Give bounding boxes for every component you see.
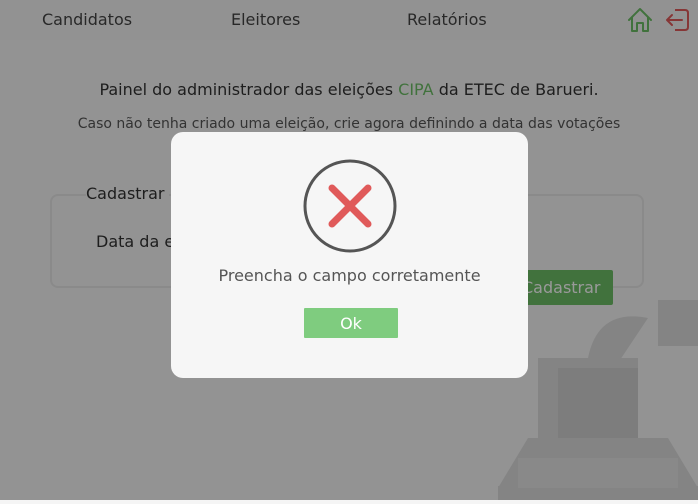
error-x-icon	[302, 158, 398, 258]
error-message: Preencha o campo corretamente	[218, 266, 481, 285]
ok-button[interactable]: Ok	[304, 308, 398, 338]
error-dialog: Preencha o campo corretamente Ok	[171, 132, 528, 378]
